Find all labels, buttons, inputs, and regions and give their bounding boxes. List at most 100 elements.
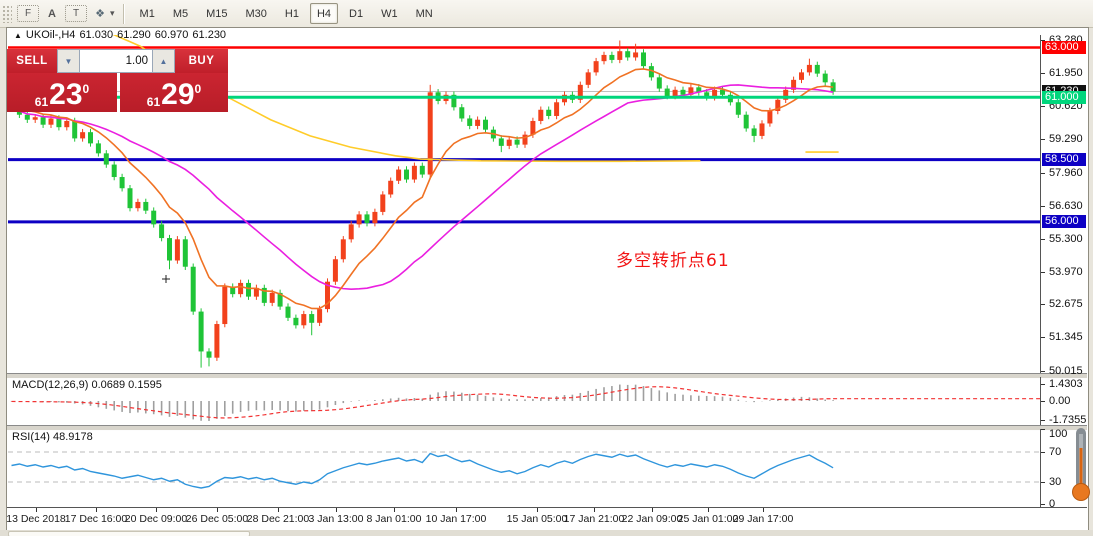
sell-price-tile[interactable]: 61 23 0: [7, 73, 117, 112]
price-tick-label: 61.950: [1049, 67, 1083, 80]
price-tick-label: 57.960: [1049, 166, 1083, 179]
symbol-label: UKOil-,H4: [25, 29, 76, 41]
rsi-tick-label: 30: [1049, 475, 1062, 488]
ohlc-low: 60.970: [154, 29, 189, 41]
timeframe-button-m1[interactable]: M1: [133, 3, 162, 24]
timeframe-button-d1[interactable]: D1: [342, 3, 370, 24]
volume-increase-button[interactable]: ▲: [152, 49, 175, 73]
toolbar-separator: [122, 3, 125, 24]
templates-icon[interactable]: F: [17, 5, 39, 22]
time-tick-label: 26 Dec 05:00: [185, 513, 249, 525]
price-tick-label: 56.630: [1049, 199, 1083, 212]
time-tick-mark: [278, 508, 279, 512]
scrollbar-thumb[interactable]: [8, 531, 250, 536]
time-tick-mark: [217, 508, 218, 512]
horizontal-scrollbar[interactable]: [0, 530, 1093, 536]
timeframe-group: M1 M5 M15 M30 H1 H4 D1 W1 MN: [131, 3, 442, 24]
rsi-label: RSI(14) 48.9178: [12, 431, 93, 443]
time-tick-label: 20 Dec 09:00: [124, 513, 188, 525]
rsi-tick-label: 0: [1049, 498, 1056, 510]
timeframe-button-m5[interactable]: M5: [166, 3, 195, 24]
timeframe-button-mn[interactable]: MN: [409, 3, 440, 24]
sell-price-int: 61: [34, 95, 49, 109]
time-tick-mark: [708, 508, 709, 512]
ohlc-high: 61.290: [117, 29, 151, 41]
price-tick-label: 53.970: [1049, 265, 1083, 278]
price-tick-mark: [1041, 139, 1045, 141]
text-box-icon[interactable]: T: [65, 5, 87, 22]
time-tick-mark: [36, 508, 37, 512]
toolbar-grip[interactable]: [2, 4, 12, 23]
macd-tick-label: 0.00: [1049, 394, 1071, 407]
chart-title: ▲ UKOil-,H4 61.030 61.290 60.970 61.230: [14, 29, 230, 41]
price-tick-label: 51.345: [1049, 331, 1083, 344]
text-label-icon[interactable]: A: [41, 3, 63, 25]
time-tick-label: 22 Jan 09:00: [621, 513, 683, 525]
time-tick-label: 17 Jan 21:00: [563, 513, 625, 525]
time-tick-label: 28 Dec 21:00: [246, 513, 310, 525]
macd-chart[interactable]: [8, 377, 1040, 425]
price-tick-mark: [1041, 106, 1045, 108]
timeframe-button-m30[interactable]: M30: [239, 3, 274, 24]
time-tick-label: 10 Jan 17:00: [425, 513, 487, 525]
ohlc-open: 61.030: [79, 29, 114, 41]
time-tick-label: 8 Jan 01:00: [366, 513, 422, 525]
price-tick-mark: [1041, 238, 1045, 240]
macd-tick-mark: [1041, 420, 1045, 422]
rsi-chart[interactable]: [8, 429, 1040, 507]
volume-decrease-button[interactable]: ▼: [57, 49, 80, 73]
time-tick-mark: [763, 508, 764, 512]
timeframe-button-h1[interactable]: H1: [278, 3, 306, 24]
buy-price-tile[interactable]: 61 29 0: [120, 73, 228, 112]
volume-input[interactable]: [80, 49, 152, 73]
price-tick-mark: [1041, 172, 1045, 174]
time-tick-mark: [594, 508, 595, 512]
chevron-down-icon[interactable]: ▾: [110, 8, 115, 19]
macd-tick-mark: [1041, 400, 1045, 402]
time-tick-mark: [156, 508, 157, 512]
price-tick-mark: [1041, 304, 1045, 306]
chart-annotation: 多空转折点61: [616, 251, 730, 271]
buy-button[interactable]: BUY: [175, 49, 228, 73]
rsi-tick-mark: [1041, 481, 1045, 483]
price-tick-mark: [1041, 337, 1045, 339]
sell-button[interactable]: SELL: [7, 49, 57, 73]
time-tick-mark: [96, 508, 97, 512]
price-badge-63.000: 63.000: [1042, 40, 1086, 54]
time-tick-label: 13 Dec 2018: [6, 513, 66, 525]
objects-icon[interactable]: ❖: [89, 3, 111, 25]
price-tick-label: 52.675: [1049, 298, 1083, 311]
time-tick-mark: [652, 508, 653, 512]
price-badge-56.000: 56.000: [1042, 215, 1086, 229]
time-tick-label: 17 Dec 16:00: [64, 513, 128, 525]
sell-price-point: 0: [82, 82, 90, 96]
price-tick-label: 50.015: [1049, 364, 1083, 377]
macd-tick-label: 1.4303: [1049, 378, 1083, 391]
buy-price-pips: 29: [161, 78, 195, 111]
price-tick-mark: [1041, 205, 1045, 207]
timeframe-button-h4[interactable]: H4: [309, 3, 339, 24]
price-axis[interactable]: 63.28061.95060.62059.29057.96056.63055.3…: [1040, 34, 1088, 377]
time-axis[interactable]: 13 Dec 2018 17 Dec 16:00 20 Dec 09:00 26 De…: [6, 508, 1040, 530]
rsi-tick-label: 100: [1049, 428, 1068, 440]
time-tick-mark: [456, 508, 457, 512]
timeframe-button-w1[interactable]: W1: [374, 3, 405, 24]
price-tick-mark: [1041, 73, 1045, 75]
price-badge-61.000: 61.000: [1042, 90, 1086, 104]
symbol-marker-icon: ▲: [14, 31, 22, 40]
one-click-trade-panel: SELL ▼ ▲ BUY 61 23 0 61 29 0: [7, 49, 228, 112]
rsi-tick-mark: [1041, 504, 1045, 505]
time-tick-label: 25 Jan 01:00: [677, 513, 739, 525]
timeframe-button-m15[interactable]: M15: [199, 3, 234, 24]
price-tick-mark: [1041, 271, 1045, 273]
time-tick-mark: [537, 508, 538, 512]
rsi-tick-mark: [1041, 429, 1045, 430]
time-tick-mark: [394, 508, 395, 512]
time-tick-label: 3 Jan 13:00: [308, 513, 364, 525]
thermometer-icon: [1072, 428, 1090, 501]
macd-axis: 1.4303 0.00 -1.7355: [1040, 377, 1088, 426]
time-tick-mark: [336, 508, 337, 512]
rsi-tick-mark: [1041, 451, 1045, 453]
buy-price-point: 0: [194, 82, 202, 96]
ohlc-close: 61.230: [192, 29, 227, 41]
